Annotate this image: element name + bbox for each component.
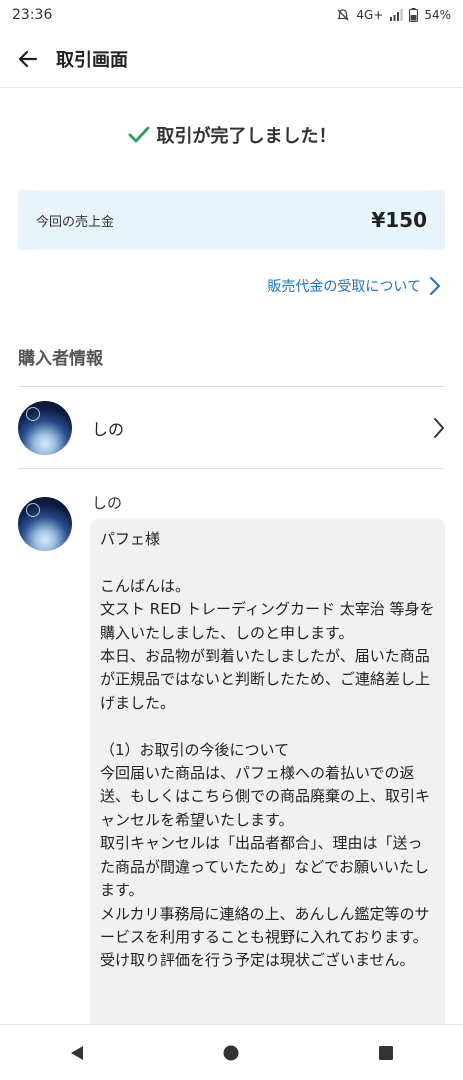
app-bar: 取引画面 [0,30,463,88]
back-button[interactable] [0,30,56,88]
nav-recents-icon[interactable] [377,1044,395,1062]
signal-icon [390,9,403,21]
nav-back-icon[interactable] [68,1044,86,1062]
buyer-profile-row[interactable]: しの [0,387,463,468]
divider [18,468,445,469]
page-title: 取引画面 [56,49,128,71]
back-arrow-icon [18,50,38,67]
system-nav-bar [0,1024,463,1080]
buyer-section-title: 購入者情報 [18,349,103,369]
mute-icon [337,9,349,21]
battery-icon [409,8,419,22]
sales-label: 今回の売上金 [36,214,115,230]
nav-home-icon[interactable] [222,1044,240,1062]
message-sender: しの [92,494,123,512]
chevron-right-icon [430,277,440,295]
sales-summary: 今回の売上金 ¥150 [18,190,445,250]
status-bar: 23:36 4G+ 54% [0,0,463,30]
chevron-right-icon [434,417,444,438]
battery-level: 54% [424,8,451,22]
payout-link-label: 販売代金の受取について [267,279,421,295]
network-label: 4G+ [356,8,384,22]
buyer-name: しの [92,419,125,439]
sales-amount: ¥150 [371,208,427,232]
avatar [18,497,72,551]
completion-message: 取引が完了しました！ [156,126,337,147]
message-bubble: パフェ様 こんばんは。 文スト RED トレーディングカード 太宰治 等身を購入… [90,518,445,1058]
payout-info-link[interactable]: 販売代金の受取について [267,276,441,296]
status-time: 23:36 [12,7,53,23]
avatar [18,400,72,455]
status-icons: 4G+ 54% [336,8,451,22]
completion-banner: 取引が完了しました！ [0,122,463,148]
check-icon [128,126,149,143]
